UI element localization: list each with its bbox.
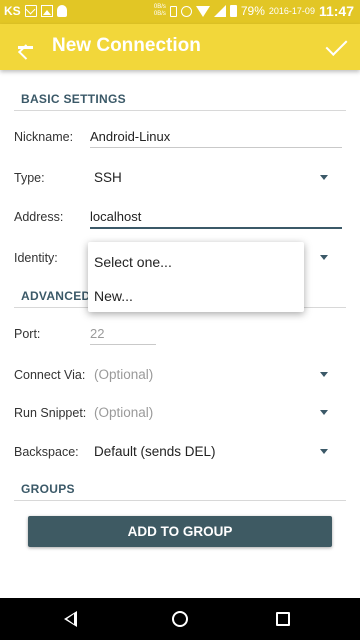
wifi-icon — [195, 5, 210, 17]
app-bar: New Connection — [0, 24, 360, 70]
section-divider — [14, 500, 346, 501]
check-icon[interactable] — [322, 32, 352, 62]
address-field[interactable]: localhost — [90, 209, 141, 224]
battery-percent: 79% — [240, 4, 265, 18]
status-time: 11:47 — [318, 3, 354, 19]
run-snippet-dropdown-arrow-icon[interactable] — [320, 410, 328, 415]
groups-header: GROUPS — [21, 482, 75, 496]
battery-icon — [229, 5, 237, 17]
status-date: 2016-17-09 — [268, 6, 315, 16]
navigation-bar — [0, 598, 360, 640]
signal-icon — [213, 5, 226, 17]
network-speed: 0B/s 0B/s — [150, 4, 166, 18]
nickname-label: Nickname: — [14, 130, 74, 144]
alarm-icon — [180, 5, 192, 17]
nickname-field[interactable]: Android-Linux — [90, 129, 170, 144]
port-label: Port: — [14, 327, 41, 341]
advanced-header: ADVANCED — [21, 289, 91, 303]
run-snippet-label: Run Snippet: — [14, 406, 87, 420]
address-label: Address: — [14, 210, 64, 224]
vibrate-icon — [169, 5, 177, 17]
nickname-underline — [90, 147, 342, 148]
identity-label: Identity: — [14, 251, 58, 265]
identity-popup-menu: Select one... New... — [88, 242, 304, 312]
popup-item-select-one[interactable]: Select one... — [94, 254, 172, 270]
type-select[interactable]: SSH — [94, 170, 122, 185]
nav-recents-icon[interactable] — [276, 612, 290, 626]
connect-via-select[interactable]: (Optional) — [94, 367, 153, 382]
arrow-back-icon[interactable] — [10, 32, 40, 62]
net-speed-up: 0B/s — [153, 4, 166, 10]
identity-dropdown-arrow-icon[interactable] — [320, 255, 328, 260]
backspace-dropdown-arrow-icon[interactable] — [320, 449, 328, 454]
mail-icon — [24, 5, 37, 17]
type-label: Type: — [14, 171, 45, 185]
run-snippet-select[interactable]: (Optional) — [94, 405, 153, 420]
page-title: New Connection — [52, 35, 201, 56]
nav-back-icon[interactable] — [64, 611, 77, 627]
port-underline — [90, 344, 156, 345]
backspace-select[interactable]: Default (sends DEL) — [94, 444, 216, 459]
carrier-label: KS — [4, 4, 21, 18]
address-underline — [90, 227, 342, 229]
connect-via-label: Connect Via: — [14, 368, 86, 382]
nav-home-icon[interactable] — [172, 611, 188, 627]
status-bar: KS 0B/s 0B/s 79% 2016-17-09 11:47 — [0, 0, 360, 24]
linux-icon — [56, 5, 67, 17]
section-divider — [14, 110, 346, 111]
popup-item-new[interactable]: New... — [94, 288, 133, 304]
add-to-group-button[interactable]: ADD TO GROUP — [28, 516, 332, 547]
type-dropdown-arrow-icon[interactable] — [320, 175, 328, 180]
basic-settings-header: BASIC SETTINGS — [21, 92, 126, 106]
image-icon — [40, 5, 53, 17]
port-field[interactable]: 22 — [90, 326, 104, 341]
net-speed-down: 0B/s — [153, 11, 166, 17]
connect-via-dropdown-arrow-icon[interactable] — [320, 372, 328, 377]
backspace-label: Backspace: — [14, 445, 79, 459]
